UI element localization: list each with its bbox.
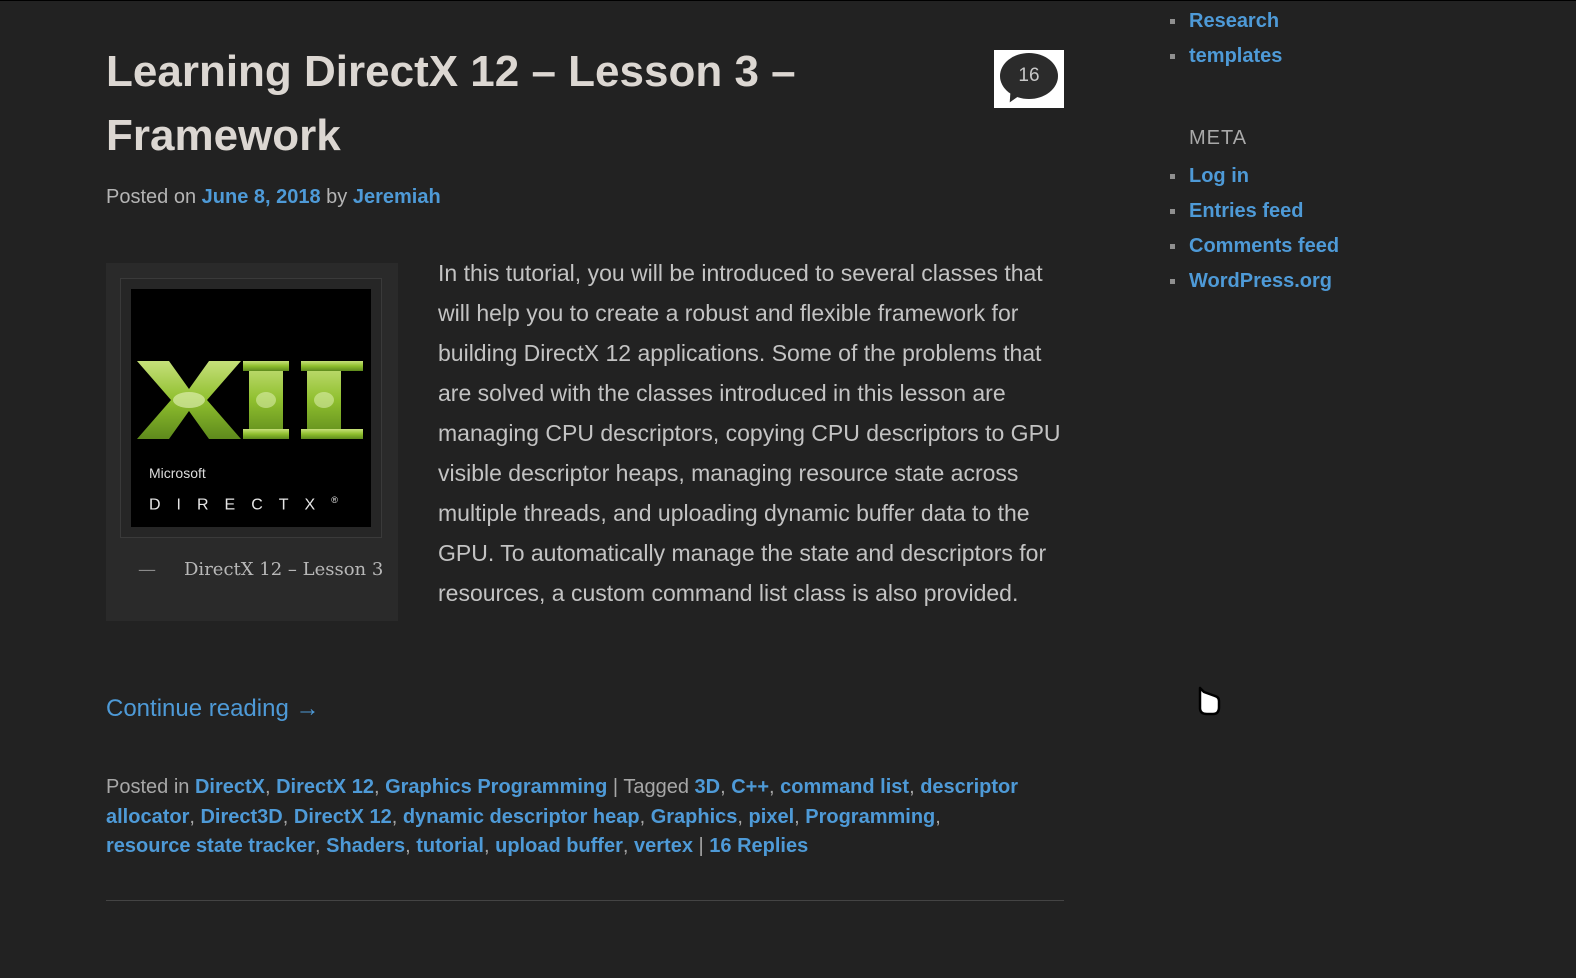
author-link[interactable]: Jeremiah (353, 186, 441, 208)
comments-feed-link[interactable]: Comments feed (1189, 235, 1339, 257)
square-bullet-icon (1170, 209, 1175, 214)
post-title[interactable]: Learning DirectX 12 – Lesson 3 – Framewo… (106, 40, 866, 168)
featured-image-figure: Microsoft DIRECTX® — DirectX 12 – Lesson … (106, 263, 398, 621)
continue-reading-link[interactable]: Continue reading → (106, 695, 319, 723)
sidebar-item-templates: templates (1168, 39, 1282, 74)
post-footer-meta: Posted in DirectX, DirectX 12, Graphics … (106, 776, 1019, 857)
tag-link[interactable]: pixel (749, 806, 795, 828)
tag-link[interactable]: upload buffer (495, 835, 623, 857)
log-in-link[interactable]: Log in (1189, 165, 1249, 187)
tag-link[interactable]: tutorial (416, 835, 484, 857)
separator: | (698, 835, 704, 857)
post-divider (106, 900, 1064, 901)
tag-link[interactable]: Programming (805, 806, 935, 828)
meta-widget-title: META (1189, 127, 1248, 149)
tag-link[interactable]: C++ (731, 776, 769, 798)
top-border (0, 0, 1576, 1)
tag-link[interactable]: Direct3D (200, 806, 282, 828)
tag-link[interactable]: resource state tracker (106, 835, 315, 857)
tag-link[interactable]: 3D (695, 776, 721, 798)
post-excerpt: In this tutorial, you will be introduced… (438, 260, 1061, 606)
square-bullet-icon (1170, 19, 1175, 24)
image-frame: Microsoft DIRECTX® (120, 278, 382, 538)
post-meta: Posted on June 8, 2018 by Jeremiah (106, 186, 441, 209)
tag-link[interactable]: dynamic descriptor heap (403, 806, 640, 828)
comments-link[interactable]: 16 (994, 50, 1064, 108)
wordpress-org-link[interactable]: WordPress.org (1189, 270, 1332, 292)
comment-count[interactable]: 16 (1000, 53, 1058, 99)
sidebar-item-log-in: Log in (1168, 159, 1339, 194)
square-bullet-icon (1170, 279, 1175, 284)
replies-link[interactable]: 16 Replies (709, 835, 808, 857)
sidebar-link[interactable]: Research (1189, 10, 1279, 32)
directx-logo-image[interactable]: Microsoft DIRECTX® (131, 289, 371, 527)
caption-text: DirectX 12 – Lesson 3 (184, 559, 384, 580)
category-link[interactable]: Graphics Programming (385, 776, 607, 798)
logo-directx-text: DIRECTX® (149, 495, 338, 514)
by-label: by (326, 186, 348, 208)
hand-cursor-icon (1198, 686, 1221, 716)
sidebar-item-comments-feed: Comments feed (1168, 229, 1339, 264)
separator: | (612, 776, 619, 798)
tag-link[interactable]: DirectX 12 (294, 806, 392, 828)
category-link[interactable]: DirectX 12 (276, 776, 374, 798)
post-date-link[interactable]: June 8, 2018 (202, 186, 321, 208)
sidebar-item-wordpress-org: WordPress.org (1168, 264, 1339, 299)
post-article: Learning DirectX 12 – Lesson 3 – Framewo… (106, 40, 1064, 901)
square-bullet-icon (1170, 54, 1175, 59)
tag-link[interactable]: vertex (634, 835, 693, 857)
sidebar-item-research: Research (1168, 4, 1282, 39)
posted-in-label: Posted in (106, 776, 190, 798)
entries-feed-link[interactable]: Entries feed (1189, 200, 1303, 222)
registered-mark: ® (331, 495, 338, 505)
tag-link[interactable]: command list (780, 776, 909, 798)
meta-widget-list: Log in Entries feed Comments feed WordPr… (1168, 159, 1339, 299)
directx-xii-logo-icon (137, 361, 363, 439)
sidebar-item-entries-feed: Entries feed (1168, 194, 1339, 229)
tag-link[interactable]: Shaders (326, 835, 405, 857)
posted-on-label: Posted on (106, 186, 197, 208)
logo-microsoft-text: Microsoft (149, 465, 206, 481)
tagged-label: Tagged (623, 776, 689, 798)
caption-dash: — (138, 559, 156, 580)
sidebar-category-list: Research templates (1168, 4, 1282, 74)
square-bullet-icon (1170, 174, 1175, 179)
sidebar-link[interactable]: templates (1189, 45, 1282, 67)
square-bullet-icon (1170, 244, 1175, 249)
category-link[interactable]: DirectX (195, 776, 265, 798)
image-caption: — DirectX 12 – Lesson 3 (138, 559, 383, 580)
logo-directx-word: DIRECTX (149, 496, 332, 514)
tag-link[interactable]: Graphics (651, 806, 738, 828)
